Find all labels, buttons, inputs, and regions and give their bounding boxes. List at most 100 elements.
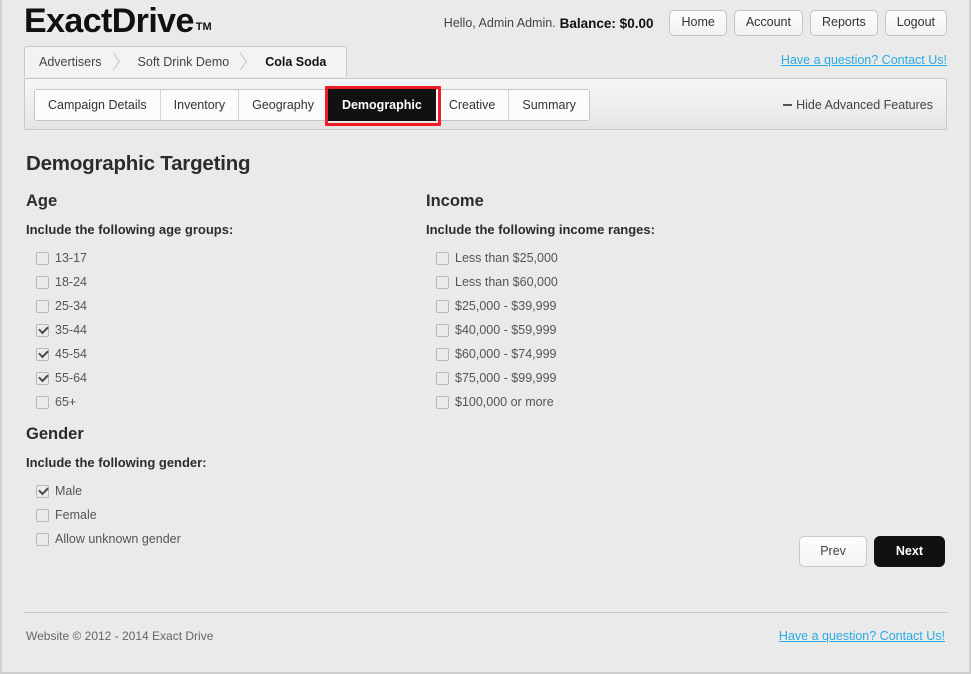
header-user-area: Hello, Admin Admin. Balance: $0.00 Home … <box>444 10 947 36</box>
income-label-0: Less than $25,000 <box>455 251 558 265</box>
browser-viewport: ExactDrive TM Hello, Admin Admin. Balance… <box>0 0 971 674</box>
column-right: Income Include the following income rang… <box>426 192 945 551</box>
chevron-right-icon <box>234 52 248 71</box>
income-label-6: $100,000 or more <box>455 395 554 409</box>
income-option-4[interactable]: $60,000 - $74,999 <box>426 342 945 366</box>
section-title-age: Age <box>26 192 58 210</box>
site-header: ExactDrive TM Hello, Admin Admin. Balance… <box>24 0 947 46</box>
breadcrumb-label: Advertisers <box>39 55 102 69</box>
section-instruction-income: Include the following income ranges: <box>426 222 655 237</box>
income-option-5[interactable]: $75,000 - $99,999 <box>426 366 945 390</box>
income-label-2: $25,000 - $39,999 <box>455 299 557 313</box>
age-option-2[interactable]: 25-34 <box>26 294 426 318</box>
account-balance: Balance: $0.00 <box>559 15 654 31</box>
income-checkbox-0[interactable] <box>436 251 449 265</box>
trademark-mark: TM <box>195 21 212 33</box>
section-title-gender: Gender <box>26 425 84 443</box>
age-checkbox-group: 13-17 18-24 25-34 35-44 45-54 55-64 65+ <box>26 246 426 414</box>
age-option-3[interactable]: 35-44 <box>26 318 426 342</box>
site-footer: Website © 2012 - 2014 Exact Drive Have a… <box>24 612 947 654</box>
section-instruction-age: Include the following age groups: <box>26 222 234 237</box>
gender-checkbox-1[interactable] <box>36 508 49 522</box>
tab-panel: Campaign Details Inventory Geography Dem… <box>24 78 947 130</box>
age-option-0[interactable]: 13-17 <box>26 246 426 270</box>
gender-checkbox-2[interactable] <box>36 532 49 546</box>
gender-option-0[interactable]: Male <box>26 479 426 503</box>
nav-button-logout[interactable]: Logout <box>884 10 947 36</box>
breadcrumb-label: Cola Soda <box>265 55 327 69</box>
breadcrumb-item-advertisers[interactable]: Advertisers <box>25 47 124 77</box>
age-option-6[interactable]: 65+ <box>26 390 426 414</box>
tab-creative[interactable]: Creative <box>435 90 510 120</box>
page-title: Demographic Targeting <box>26 152 251 175</box>
income-label-5: $75,000 - $99,999 <box>455 371 557 385</box>
gender-option-2[interactable]: Allow unknown gender <box>26 527 426 551</box>
wizard-actions: Prev Next <box>799 536 945 567</box>
age-label-5: 55-64 <box>55 371 87 385</box>
income-label-1: Less than $60,000 <box>455 275 558 289</box>
age-checkbox-0[interactable] <box>36 251 49 265</box>
gender-option-1[interactable]: Female <box>26 503 426 527</box>
prev-button[interactable]: Prev <box>799 536 867 567</box>
age-label-2: 25-34 <box>55 299 87 313</box>
income-checkbox-1[interactable] <box>436 275 449 289</box>
chevron-right-icon <box>106 52 120 71</box>
gender-label-0: Male <box>55 484 83 498</box>
campaign-tabs: Campaign Details Inventory Geography Dem… <box>34 89 590 121</box>
age-checkbox-3[interactable] <box>36 323 49 337</box>
column-left: Age Include the following age groups: 13… <box>26 192 426 551</box>
income-checkbox-5[interactable] <box>436 371 449 385</box>
minus-icon <box>783 104 793 106</box>
income-checkbox-3[interactable] <box>436 323 449 337</box>
user-greeting: Hello, Admin Admin. <box>443 16 556 30</box>
tab-campaign-details[interactable]: Campaign Details <box>35 90 161 120</box>
age-checkbox-1[interactable] <box>36 275 49 289</box>
income-option-3[interactable]: $40,000 - $59,999 <box>426 318 945 342</box>
breadcrumb-row: Advertisers Soft Drink Demo Cola Soda Ha… <box>24 46 947 78</box>
brand-logo[interactable]: ExactDrive TM <box>24 1 212 47</box>
age-option-4[interactable]: 45-54 <box>26 342 426 366</box>
age-label-6: 65+ <box>55 395 77 409</box>
nav-button-account[interactable]: Account <box>733 10 803 36</box>
next-button[interactable]: Next <box>873 536 945 567</box>
income-checkbox-group: Less than $25,000 Less than $60,000 $25,00… <box>426 246 945 414</box>
gender-checkbox-0[interactable] <box>36 484 49 498</box>
age-option-5[interactable]: 55-64 <box>26 366 426 390</box>
contact-us-link-footer[interactable]: Have a question? Contact Us! <box>779 629 945 643</box>
income-checkbox-4[interactable] <box>436 347 449 361</box>
income-label-4: $60,000 - $74,999 <box>455 347 557 361</box>
tab-geography[interactable]: Geography <box>239 90 328 120</box>
breadcrumb-label: Soft Drink Demo <box>137 55 230 69</box>
hide-advanced-features-label: Hide Advanced Features <box>796 98 933 112</box>
nav-button-reports[interactable]: Reports <box>809 10 878 36</box>
income-checkbox-2[interactable] <box>436 299 449 313</box>
age-checkbox-4[interactable] <box>36 347 49 361</box>
age-checkbox-5[interactable] <box>36 371 49 385</box>
age-label-3: 35-44 <box>55 323 87 337</box>
nav-button-home[interactable]: Home <box>669 10 727 36</box>
age-checkbox-2[interactable] <box>36 299 49 313</box>
income-option-0[interactable]: Less than $25,000 <box>426 246 945 270</box>
page-container: ExactDrive TM Hello, Admin Admin. Balance… <box>2 0 969 672</box>
breadcrumb: Advertisers Soft Drink Demo Cola Soda <box>24 46 348 77</box>
income-option-2[interactable]: $25,000 - $39,999 <box>426 294 945 318</box>
income-label-3: $40,000 - $59,999 <box>455 323 557 337</box>
breadcrumb-item-soft-drink-demo[interactable]: Soft Drink Demo <box>124 47 252 77</box>
section-title-income: Income <box>426 192 484 210</box>
tab-inventory[interactable]: Inventory <box>160 90 240 120</box>
age-checkbox-6[interactable] <box>36 395 49 409</box>
income-checkbox-6[interactable] <box>436 395 449 409</box>
age-label-1: 18-24 <box>55 275 87 289</box>
income-option-6[interactable]: $100,000 or more <box>426 390 945 414</box>
contact-us-link-top[interactable]: Have a question? Contact Us! <box>781 53 947 67</box>
age-option-1[interactable]: 18-24 <box>26 270 426 294</box>
hide-advanced-features-toggle[interactable]: Hide Advanced Features <box>783 98 933 112</box>
gender-label-2: Allow unknown gender <box>55 532 181 546</box>
income-option-1[interactable]: Less than $60,000 <box>426 270 945 294</box>
brand-name: ExactDrive <box>24 2 194 40</box>
tab-demographic[interactable]: Demographic <box>327 89 436 121</box>
tab-summary[interactable]: Summary <box>509 90 589 120</box>
footer-copyright: Website © 2012 - 2014 Exact Drive <box>26 629 214 643</box>
targeting-columns: Age Include the following age groups: 13… <box>26 192 945 551</box>
gender-checkbox-group: Male Female Allow unknown gender <box>26 479 426 551</box>
